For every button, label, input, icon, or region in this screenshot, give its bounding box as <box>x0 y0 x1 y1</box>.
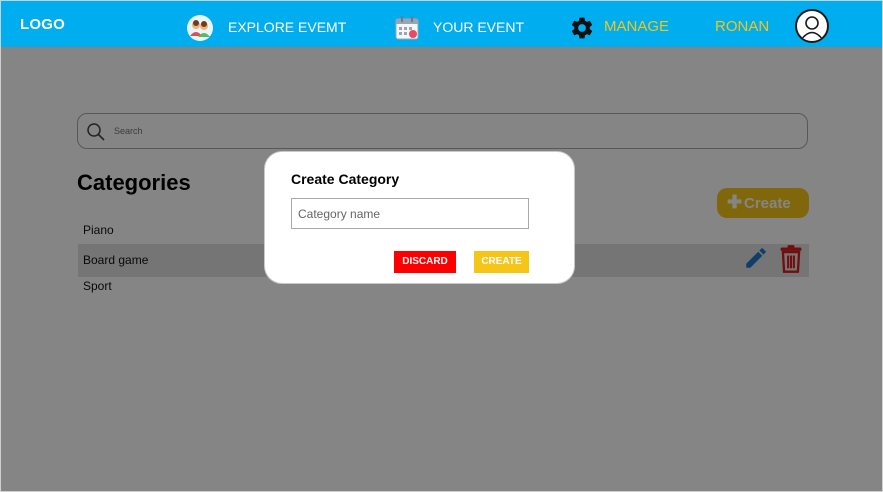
gear-icon <box>569 15 595 44</box>
top-nav-bar: LOGO EXPLORE EVEMT YOUR EVENT MANAGE RON… <box>1 1 882 47</box>
nav-your-event-label: YOUR EVENT <box>433 19 525 35</box>
discard-button[interactable]: DISCARD <box>394 251 456 273</box>
category-name-input[interactable] <box>291 198 529 229</box>
logo[interactable]: LOGO <box>20 16 65 33</box>
avatar-icon[interactable] <box>795 9 829 43</box>
dialog-title: Create Category <box>291 171 400 187</box>
calendar-icon <box>393 14 421 45</box>
nav-user-label: RONAN <box>715 18 770 35</box>
nav-manage-label: MANAGE <box>604 18 670 35</box>
create-button[interactable]: CREATE <box>474 251 529 273</box>
create-category-dialog: Create Category DISCARD CREATE <box>264 151 575 284</box>
nav-explore-label: EXPLORE EVEMT <box>228 19 347 35</box>
app-window: LOGO EXPLORE EVEMT YOUR EVENT MANAGE RON… <box>0 0 883 492</box>
explore-icon <box>186 14 214 45</box>
